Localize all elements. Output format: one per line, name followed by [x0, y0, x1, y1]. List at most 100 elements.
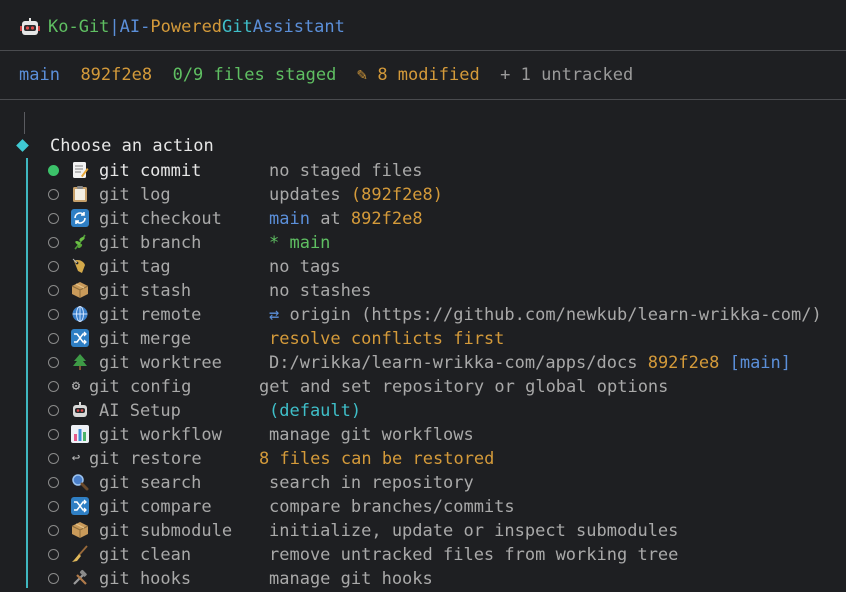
hammer-wrench-icon — [71, 569, 89, 587]
action-description: initialize, update or inspect submodules — [269, 519, 678, 543]
action-label: git clean — [99, 545, 192, 565]
header-powered: Powered — [150, 17, 223, 37]
action-item-git-branch[interactable]: git branch * main — [48, 231, 838, 255]
action-item-git-log[interactable]: git log updates (892f2e8) — [48, 183, 838, 207]
action-item-git-checkout[interactable]: git checkout main at 892f2e8 — [48, 207, 838, 231]
action-item-git-commit[interactable]: git commit no staged files — [48, 159, 838, 183]
prompt-title: Choose an action — [50, 136, 214, 156]
app-name: Ko-Git — [48, 17, 110, 37]
radio-icon[interactable] — [48, 525, 59, 536]
robot-icon — [20, 18, 40, 35]
description-part: updates — [269, 185, 351, 205]
radio-icon[interactable] — [48, 549, 59, 560]
globe-icon — [71, 305, 89, 323]
radio-icon[interactable] — [48, 501, 59, 512]
tree-line — [24, 112, 25, 134]
radio-icon[interactable] — [48, 357, 59, 368]
action-description: main at 892f2e8 — [269, 207, 423, 231]
action-item-git-workflow[interactable]: git workflow manage git workflows — [48, 423, 838, 447]
description-part: search in repository — [269, 473, 474, 493]
action-label: git commit — [99, 161, 202, 181]
tree-icon — [71, 353, 89, 371]
action-description: ⇄ origin (https://github.com/newkub/lear… — [269, 303, 822, 327]
return-arrow-icon: ↩ — [71, 450, 81, 466]
action-label: git compare — [99, 497, 212, 517]
shuffle-icon — [71, 329, 89, 347]
description-part: ⇄ — [269, 305, 290, 325]
action-item-git-worktree[interactable]: git worktree D:/wrikka/learn-wrikka-com/a… — [48, 351, 838, 375]
radio-icon[interactable] — [48, 381, 59, 392]
action-description: (default) — [269, 399, 361, 423]
action-label: git workflow — [99, 425, 222, 445]
radio-icon[interactable] — [48, 237, 59, 248]
description-part: no stashes — [269, 281, 372, 301]
action-item-git-stash[interactable]: git stash no stashes — [48, 279, 838, 303]
action-item-git-search[interactable]: git search search in repository — [48, 471, 838, 495]
header-ai: AI- — [119, 17, 151, 37]
clipboard-icon — [71, 185, 89, 203]
radio-icon[interactable] — [48, 189, 59, 200]
radio-icon[interactable] — [48, 261, 59, 272]
action-label: git submodule — [99, 521, 233, 541]
magnifier-icon — [71, 473, 89, 491]
description-part: * main — [269, 233, 331, 253]
shuffle-icon — [71, 497, 89, 515]
action-item-git-config[interactable]: ⚙ git config get and set repository or glo… — [48, 375, 838, 399]
arrows-cycle-icon — [71, 209, 89, 227]
radio-icon[interactable] — [48, 285, 59, 296]
radio-icon[interactable] — [48, 333, 59, 344]
action-item-git-compare[interactable]: git compare compare branches/commits — [48, 495, 838, 519]
action-description: no stashes — [269, 279, 371, 303]
action-label: git branch — [99, 233, 202, 253]
action-label: git log — [99, 185, 171, 205]
description-part: [main] — [719, 353, 792, 373]
description-part: (892f2e8) — [350, 185, 444, 205]
status-commit: 892f2e8 — [80, 65, 153, 85]
status-branch: main — [19, 65, 60, 85]
gear-icon: ⚙ — [71, 378, 81, 394]
package-icon — [71, 281, 89, 299]
radio-icon[interactable] — [48, 213, 59, 224]
selection-rail — [26, 158, 28, 588]
action-label: git config — [89, 377, 192, 397]
action-item-git-submodule[interactable]: git submodule initialize, update or inspe… — [48, 519, 838, 543]
action-description: remove untracked files from working tree — [269, 543, 678, 567]
action-description: D:/wrikka/learn-wrikka-com/apps/docs 892… — [269, 351, 791, 375]
action-item-ai-setup[interactable]: AI Setup (default) — [48, 399, 838, 423]
radio-icon[interactable] — [48, 309, 59, 320]
action-item-git-remote[interactable]: git remote ⇄ origin (https://github.com/n… — [48, 303, 838, 327]
description-part: no staged files — [269, 161, 423, 181]
action-label: git merge — [99, 329, 192, 349]
action-item-git-hooks[interactable]: git hooks manage git hooks — [48, 567, 838, 591]
radio-icon[interactable] — [48, 429, 59, 440]
description-part: origin (https://github.com/newkub/learn-… — [289, 305, 822, 325]
action-description: compare branches/commits — [269, 495, 515, 519]
package-icon — [71, 521, 89, 539]
radio-icon[interactable] — [48, 453, 59, 464]
action-item-git-clean[interactable]: git clean remove untracked files from wor… — [48, 543, 838, 567]
divider — [0, 99, 846, 100]
broom-icon — [71, 545, 89, 563]
radio-selected-icon[interactable] — [48, 165, 59, 176]
action-label: git stash — [99, 281, 192, 301]
action-item-git-tag[interactable]: git tag no tags — [48, 255, 838, 279]
action-item-git-restore[interactable]: ↩ git restore 8 files can be restored — [48, 447, 838, 471]
status-bar: main 892f2e8 0/9 files staged ✎ 8 modifi… — [19, 62, 633, 88]
action-item-git-merge[interactable]: git merge resolve conflicts first — [48, 327, 838, 351]
action-description: search in repository — [269, 471, 474, 495]
description-part: resolve conflicts first — [269, 329, 505, 349]
memo-icon — [71, 161, 89, 179]
radio-icon[interactable] — [48, 573, 59, 584]
action-description: * main — [269, 231, 330, 255]
description-part: (default) — [269, 401, 362, 421]
description-part: initialize, update or inspect submodules — [269, 521, 679, 541]
description-part: remove untracked files from working tree — [269, 545, 679, 565]
diamond-icon — [16, 139, 29, 152]
description-part: manage git workflows — [269, 425, 474, 445]
description-part: 8 files can be restored — [259, 449, 495, 469]
radio-icon[interactable] — [48, 477, 59, 488]
description-part: D:/wrikka/learn-wrikka-com/apps/docs — [269, 353, 648, 373]
radio-icon[interactable] — [48, 405, 59, 416]
action-description: get and set repository or global options — [259, 375, 668, 399]
tag-icon — [71, 257, 89, 275]
